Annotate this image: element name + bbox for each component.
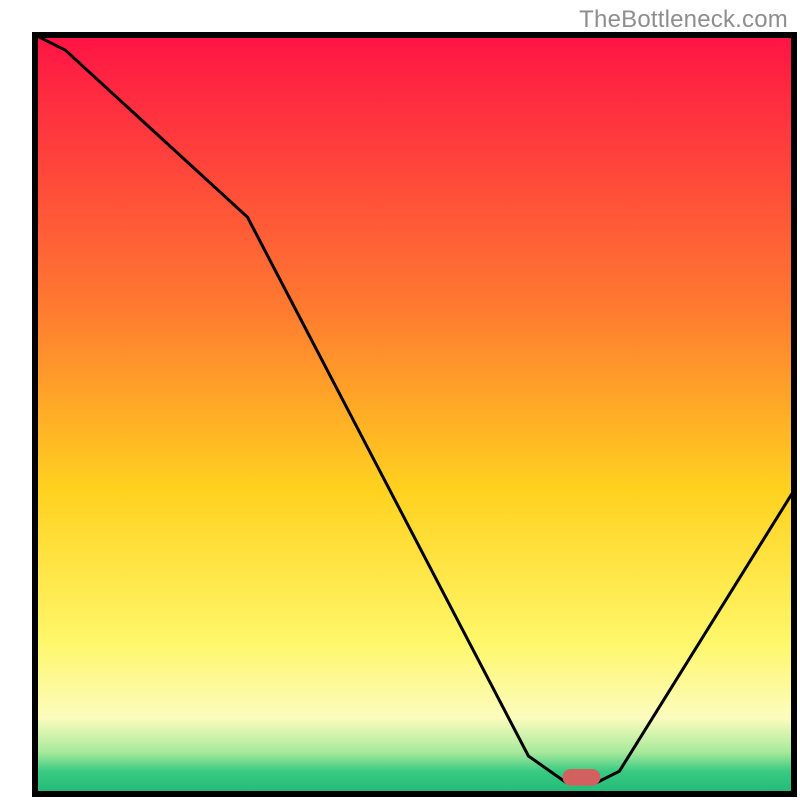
chart-container: TheBottleneck.com — [0, 0, 800, 800]
plot-background — [35, 35, 794, 794]
watermark-text: TheBottleneck.com — [579, 6, 788, 34]
optimum-marker — [563, 769, 601, 786]
bottleneck-chart — [0, 0, 800, 800]
